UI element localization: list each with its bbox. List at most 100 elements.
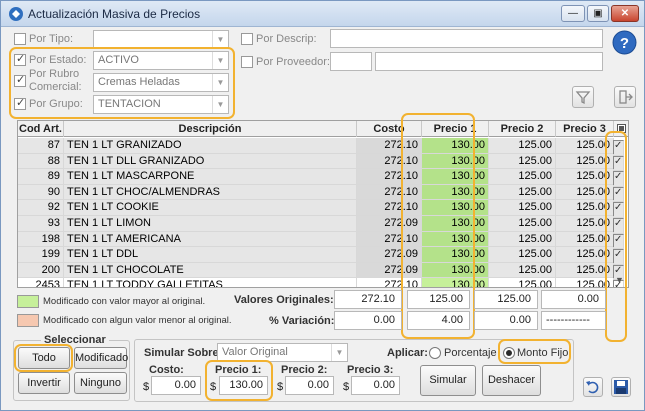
- table-row[interactable]: 90 TEN 1 LT CHOC/ALMENDRAS 272.10 130.00 125…: [18, 184, 628, 203]
- window-title: Actualización Masiva de Precios: [28, 7, 201, 21]
- modificado-button[interactable]: Modificado: [74, 347, 128, 369]
- simular-button[interactable]: Simular: [420, 365, 476, 396]
- rubro-checkbox[interactable]: [14, 73, 26, 87]
- descrip-input[interactable]: [330, 29, 603, 48]
- cell-precio1[interactable]: 130.00: [422, 169, 489, 185]
- col-precio1[interactable]: Precio 1: [422, 121, 489, 137]
- title-bar: Actualización Masiva de Precios — ▣ ✕: [1, 1, 644, 27]
- grid-header: Cod Art. Descripción Costo Precio 1 Prec…: [18, 121, 628, 137]
- cell-precio2[interactable]: 125.00: [489, 278, 556, 287]
- table-row[interactable]: 88 TEN 1 LT DLL GRANIZADO 272.10 130.00 125.…: [18, 153, 628, 172]
- costo-label: Costo:: [149, 364, 184, 376]
- simular-sobre-combo[interactable]: Valor Original ▼: [217, 343, 348, 362]
- cell-precio3[interactable]: 125.00: [556, 247, 614, 263]
- close-button[interactable]: ✕: [611, 5, 639, 22]
- cell-precio2[interactable]: 125.00: [489, 138, 556, 154]
- export-icon[interactable]: [614, 86, 636, 108]
- col-descripcion[interactable]: Descripción: [64, 121, 357, 137]
- proveedor-code-input[interactable]: [330, 52, 372, 71]
- table-row[interactable]: 93 TEN 1 LT LIMON 272.09 130.00 125.00 125.00: [18, 216, 628, 234]
- cell-precio2[interactable]: 125.00: [489, 262, 556, 279]
- porcentaje-radio[interactable]: [429, 347, 441, 359]
- grupo-checkbox[interactable]: [14, 96, 26, 110]
- cell-precio2[interactable]: 125.00: [489, 169, 556, 185]
- window: Actualización Masiva de Precios — ▣ ✕ Po…: [0, 0, 645, 411]
- invertir-button[interactable]: Invertir: [18, 372, 70, 394]
- cell-precio1[interactable]: 130.00: [422, 262, 489, 279]
- estado-combo[interactable]: ACTIVO ▼: [93, 51, 229, 70]
- costo-input[interactable]: 0.00: [151, 376, 201, 395]
- cell-descripcion: TEN 1 LT GRANIZADO: [64, 138, 357, 154]
- descrip-label: Por Descrip:: [256, 33, 317, 45]
- cell-precio1[interactable]: 130.00: [422, 247, 489, 263]
- cell-precio1[interactable]: 130.00: [422, 138, 489, 154]
- precio3-input[interactable]: 0.00: [351, 376, 400, 395]
- cell-precio3[interactable]: 125.00: [556, 138, 614, 154]
- cell-precio3[interactable]: 125.00: [556, 278, 614, 287]
- cell-precio3[interactable]: 125.00: [556, 262, 614, 279]
- rubro-combo[interactable]: Cremas Heladas ▼: [93, 73, 229, 92]
- precio1-input[interactable]: 130.00: [219, 376, 268, 395]
- precio2-label: Precio 2:: [281, 364, 328, 376]
- cell-precio2[interactable]: 125.00: [489, 247, 556, 263]
- cell-precio1[interactable]: 130.00: [422, 184, 489, 201]
- cell-precio2[interactable]: 125.00: [489, 153, 556, 170]
- todo-button[interactable]: Todo: [18, 347, 70, 369]
- table-row[interactable]: 89 TEN 1 LT MASCARPONE 272.10 130.00 125.00 1…: [18, 169, 628, 187]
- precio1-dollar: $: [210, 381, 217, 393]
- cell-precio3[interactable]: 125.00: [556, 169, 614, 185]
- precio2-input[interactable]: 0.00: [285, 376, 334, 395]
- deshacer-button[interactable]: Deshacer: [482, 365, 541, 396]
- filter-icon[interactable]: [572, 86, 594, 108]
- cell-costo: 272.10: [357, 278, 422, 287]
- cell-precio3[interactable]: 125.00: [556, 200, 614, 216]
- cell-precio3[interactable]: 125.00: [556, 231, 614, 248]
- col-select-all[interactable]: [614, 121, 628, 137]
- cell-precio1[interactable]: 130.00: [422, 278, 489, 287]
- maximize-button[interactable]: ▣: [587, 5, 609, 22]
- grupo-combo[interactable]: TENTACION ▼: [93, 95, 229, 114]
- cell-costo: 272.09: [357, 216, 422, 232]
- precio3-dollar: $: [343, 381, 350, 393]
- cell-precio3[interactable]: 125.00: [556, 216, 614, 232]
- undo-icon[interactable]: [583, 377, 603, 397]
- articles-grid[interactable]: Cod Art. Descripción Costo Precio 1 Prec…: [17, 120, 629, 288]
- col-precio3[interactable]: Precio 3: [556, 121, 614, 137]
- table-row[interactable]: 92 TEN 1 LT COOKIE 272.10 130.00 125.00 125.0…: [18, 200, 628, 218]
- col-costo[interactable]: Costo: [357, 121, 422, 137]
- monto-fijo-radio[interactable]: [503, 347, 515, 359]
- porcentaje-label: Porcentaje: [444, 347, 497, 359]
- cell-precio2[interactable]: 125.00: [489, 184, 556, 201]
- col-precio2[interactable]: Precio 2: [489, 121, 556, 137]
- table-row[interactable]: 198 TEN 1 LT AMERICANA 272.10 130.00 125.00 1…: [18, 231, 628, 250]
- proveedor-checkbox[interactable]: [241, 56, 253, 68]
- table-row[interactable]: 199 TEN 1 LT DDL 272.09 130.00 125.00 125.00: [18, 247, 628, 265]
- cell-precio3[interactable]: 125.00: [556, 184, 614, 201]
- cell-descripcion: TEN 1 LT CHOCOLATE: [64, 262, 357, 279]
- estado-checkbox[interactable]: [14, 52, 26, 66]
- table-row[interactable]: 2453 TEN 1 LT TODDY GALLETITAS 272.10 130.0…: [18, 278, 628, 287]
- save-icon[interactable]: [611, 377, 631, 397]
- cell-precio3[interactable]: 125.00: [556, 153, 614, 170]
- cell-precio2[interactable]: 125.00: [489, 200, 556, 216]
- cell-precio1[interactable]: 130.00: [422, 231, 489, 248]
- cell-precio2[interactable]: 125.00: [489, 216, 556, 232]
- tipo-combo[interactable]: ▼: [93, 30, 229, 49]
- tipo-checkbox[interactable]: [14, 33, 26, 45]
- table-row[interactable]: 200 TEN 1 LT CHOCOLATE 272.09 130.00 125.00 1…: [18, 262, 628, 281]
- minimize-button[interactable]: —: [561, 5, 585, 22]
- legend-lower-text: Modificado con algun valor menor al orig…: [43, 315, 232, 326]
- cell-precio1[interactable]: 130.00: [422, 216, 489, 232]
- cell-cod: 89: [18, 169, 64, 185]
- descrip-checkbox[interactable]: [241, 33, 253, 45]
- help-icon[interactable]: ?: [612, 30, 637, 55]
- table-row[interactable]: 87 TEN 1 LT GRANIZADO 272.10 130.00 125.00 12…: [18, 138, 628, 156]
- col-cod[interactable]: Cod Art.: [18, 121, 64, 137]
- cell-descripcion: TEN 1 LT COOKIE: [64, 200, 357, 216]
- ninguno-button[interactable]: Ninguno: [74, 372, 127, 394]
- cell-precio1[interactable]: 130.00: [422, 200, 489, 216]
- cell-precio1[interactable]: 130.00: [422, 153, 489, 170]
- scroll-down-icon[interactable]: ▼: [615, 275, 624, 285]
- proveedor-name-input[interactable]: [375, 52, 603, 71]
- cell-precio2[interactable]: 125.00: [489, 231, 556, 248]
